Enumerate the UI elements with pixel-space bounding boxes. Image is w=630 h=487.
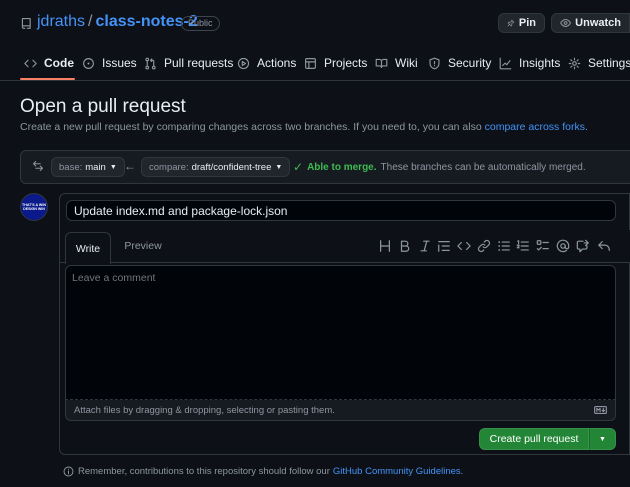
page-subtitle: Create a new pull request by comparing c… <box>20 121 588 133</box>
italic-icon[interactable] <box>418 239 432 253</box>
tab-insights-label: Insights <box>519 56 561 70</box>
chevron-down-icon: ▼ <box>109 163 117 171</box>
quote-icon[interactable] <box>437 239 451 253</box>
tab-security[interactable]: Security <box>428 49 491 77</box>
tab-actions-label: Actions <box>257 56 297 70</box>
pin-icon <box>507 19 515 27</box>
base-branch-select[interactable]: base: main ▼ <box>51 157 125 177</box>
task-list-icon[interactable] <box>536 239 550 253</box>
create-pull-request-label: Create pull request <box>489 433 579 445</box>
unwatch-button[interactable]: Unwatch <box>551 13 630 33</box>
tab-settings-label: Settings <box>588 56 630 70</box>
repo-icon <box>21 17 31 29</box>
compare-value: draft/confident-tree <box>191 161 272 173</box>
numbered-list-icon[interactable] <box>516 239 530 253</box>
tab-write-label: Write <box>75 242 101 255</box>
pr-title-input[interactable] <box>66 200 616 221</box>
code-icon <box>24 59 37 67</box>
left-arrow-icon: ← <box>124 159 136 173</box>
tab-projects[interactable]: Projects <box>304 49 367 77</box>
info-icon <box>63 466 74 477</box>
guidelines-end: . <box>460 466 464 477</box>
markdown-icon <box>594 406 607 414</box>
attach-files-bar[interactable]: Attach files by dragging & dropping, sel… <box>65 400 616 421</box>
page-subtitle-text: Create a new pull request by comparing c… <box>20 121 482 133</box>
page-title: Open a pull request <box>20 96 186 117</box>
tab-preview[interactable]: Preview <box>116 232 170 260</box>
tab-issues-label: Issues <box>102 56 137 70</box>
compare-branch-select[interactable]: compare: draft/confident-tree ▼ <box>141 157 291 177</box>
tab-wiki-label: Wiki <box>395 56 418 70</box>
bulleted-list-icon[interactable] <box>497 239 511 253</box>
base-value: main <box>85 161 106 173</box>
tab-security-label: Security <box>448 56 492 70</box>
guidelines-text: Remember, contributions to this reposito… <box>78 466 330 477</box>
chevron-down-icon: ▼ <box>599 435 606 443</box>
shield-icon <box>429 57 440 69</box>
tab-pull-requests[interactable]: Pull requests <box>144 49 233 77</box>
gear-icon <box>568 57 581 69</box>
compare-forks-link[interactable]: compare across forks <box>485 121 585 133</box>
heading-icon[interactable] <box>378 239 392 253</box>
community-guidelines-link[interactable]: GitHub Community Guidelines <box>333 466 461 477</box>
tab-preview-label: Preview <box>124 240 162 252</box>
repo-separator: / <box>88 13 93 30</box>
link-icon[interactable] <box>477 239 491 253</box>
compare-label: compare: <box>149 161 189 173</box>
table-icon <box>305 57 316 69</box>
merge-status-label: Able to merge. <box>307 161 377 173</box>
avatar[interactable]: THAT'S A WIN DESIGN WIN <box>20 193 48 221</box>
tab-actions[interactable]: Actions <box>237 49 296 77</box>
unwatch-label: Unwatch <box>575 17 621 29</box>
tab-pull-requests-label: Pull requests <box>164 56 234 70</box>
repo-owner-link[interactable]: jdraths <box>37 13 85 31</box>
base-label: base: <box>59 161 83 173</box>
visibility-badge: Public <box>181 16 220 31</box>
issue-icon <box>83 57 94 69</box>
tab-settings[interactable]: Settings <box>568 49 630 77</box>
cross-reference-icon[interactable] <box>576 239 590 253</box>
book-icon <box>375 58 388 68</box>
pin-button[interactable]: Pin <box>498 13 545 33</box>
tab-insights[interactable]: Insights <box>499 49 560 77</box>
mention-icon[interactable] <box>556 239 570 253</box>
tab-write[interactable]: Write <box>65 232 111 264</box>
eye-icon <box>560 19 571 27</box>
tab-code[interactable]: Code <box>24 49 74 77</box>
merge-status-detail: These branches can be automatically merg… <box>380 161 586 173</box>
tabs-divider <box>0 80 630 81</box>
bold-icon[interactable] <box>398 239 412 253</box>
graph-icon <box>499 57 512 69</box>
code-icon[interactable] <box>457 239 471 253</box>
check-icon: ✓ <box>293 160 304 174</box>
page-subtitle-end: . <box>584 121 588 133</box>
pull-request-icon <box>145 57 156 69</box>
comment-textarea[interactable] <box>65 265 616 400</box>
tab-code-label: Code <box>44 56 74 70</box>
avatar-image-text: THAT'S A WIN DESIGN WIN <box>22 203 46 211</box>
attach-files-hint: Attach files by dragging & dropping, sel… <box>74 404 335 416</box>
tab-wiki[interactable]: Wiki <box>375 49 418 77</box>
chevron-down-icon: ▼ <box>275 163 283 171</box>
merge-status: ✓ Able to merge. These branches can be a… <box>293 160 586 174</box>
play-icon <box>237 57 250 69</box>
guidelines-note: Remember, contributions to this reposito… <box>63 466 463 477</box>
pin-label: Pin <box>518 17 536 29</box>
compare-arrows-icon <box>32 160 44 172</box>
reply-icon[interactable] <box>597 239 611 253</box>
tab-issues[interactable]: Issues <box>82 49 137 77</box>
create-pull-request-button[interactable]: Create pull request <box>479 428 589 450</box>
create-options-dropdown[interactable]: ▼ <box>589 428 616 450</box>
tab-projects-label: Projects <box>324 56 368 70</box>
